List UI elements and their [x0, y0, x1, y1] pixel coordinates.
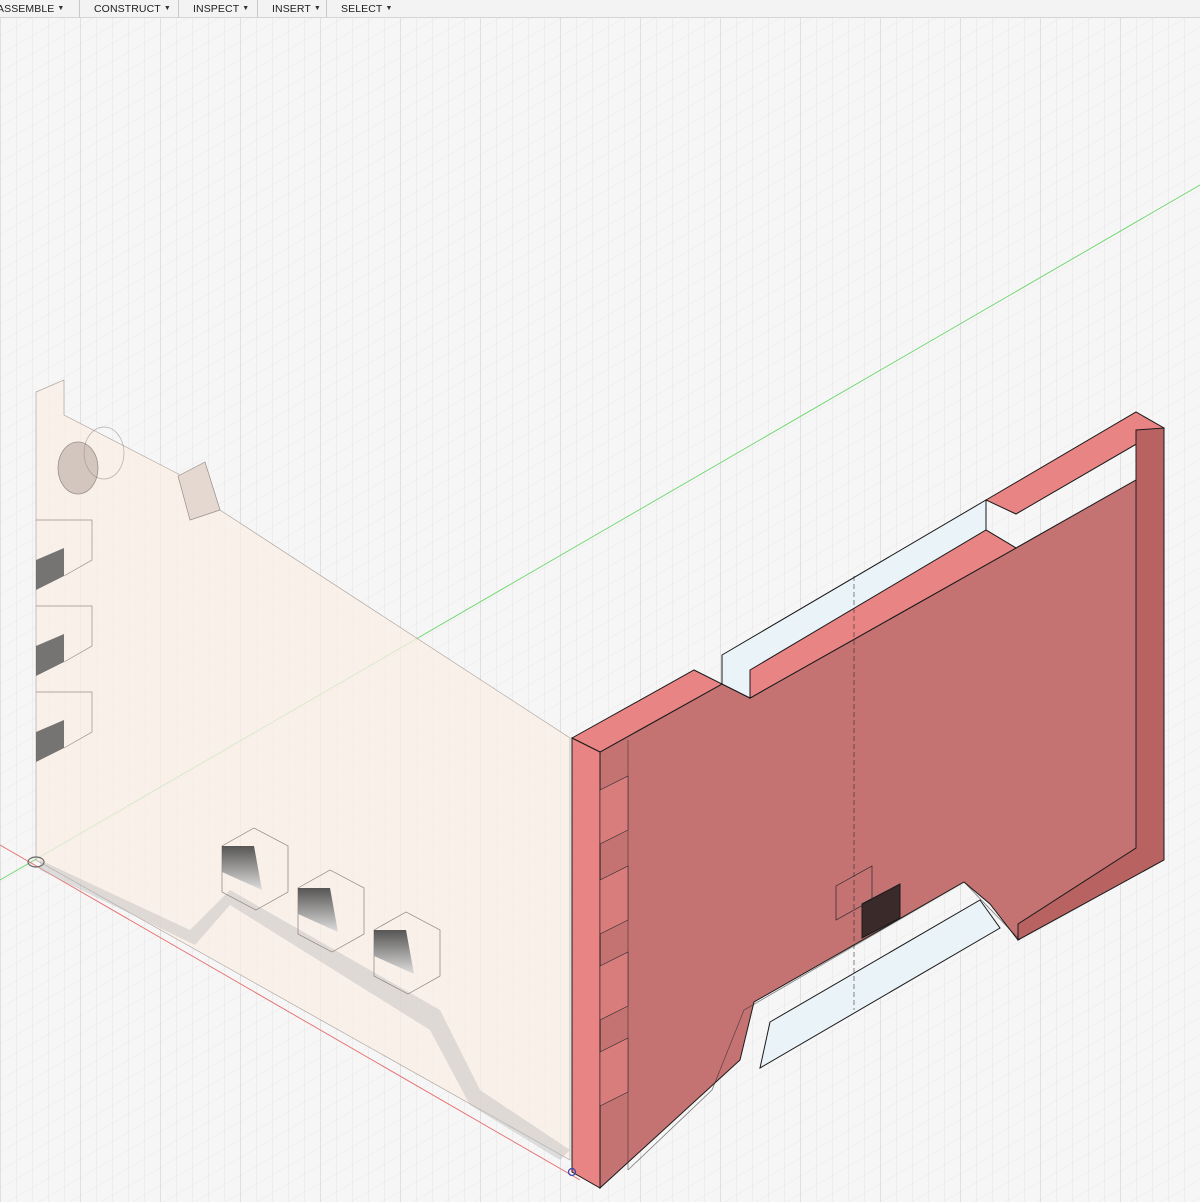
menu-assemble[interactable]: ASSEMBLE ▼ — [0, 0, 80, 17]
caret-down-icon: ▼ — [385, 5, 393, 12]
menu-insert-label: INSERT — [272, 2, 311, 15]
3d-viewport[interactable] — [0, 18, 1200, 1202]
caret-down-icon: ▼ — [163, 5, 171, 12]
caret-down-icon: ▼ — [242, 5, 250, 12]
caret-down-icon: ▼ — [313, 5, 321, 12]
menu-select[interactable]: SELECT ▼ — [327, 0, 397, 17]
menu-assemble-label: ASSEMBLE — [0, 2, 55, 15]
menu-construct[interactable]: CONSTRUCT ▼ — [80, 0, 179, 17]
menu-select-label: SELECT — [341, 2, 383, 15]
menu-construct-label: CONSTRUCT — [94, 2, 161, 15]
caret-down-icon: ▼ — [57, 5, 65, 12]
viewport-canvas[interactable] — [0, 18, 1200, 1202]
menu-inspect-label: INSPECT — [193, 2, 240, 15]
menu-insert[interactable]: INSERT ▼ — [258, 0, 327, 17]
menu-inspect[interactable]: INSPECT ▼ — [179, 0, 258, 17]
toolbar: ASSEMBLE ▼ CONSTRUCT ▼ INSPECT ▼ INSERT … — [0, 0, 1200, 18]
